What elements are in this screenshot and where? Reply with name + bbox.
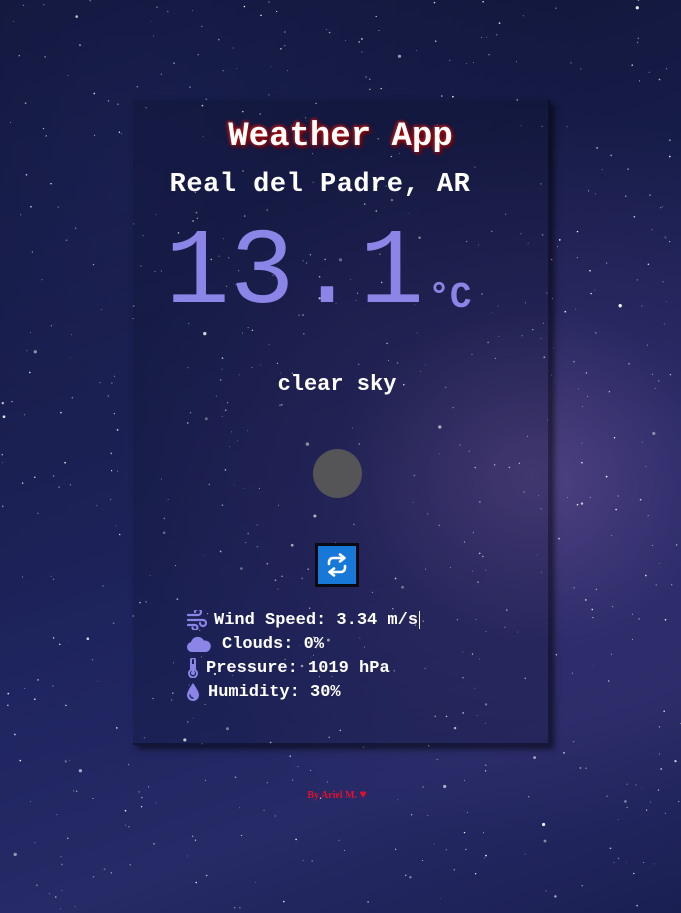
stat-value: 1019 hPa — [308, 658, 390, 678]
thermometer-icon — [186, 658, 200, 678]
footer-credit: By Ariel M. ♥ — [0, 787, 674, 802]
temperature-value: 13.1 — [165, 213, 425, 335]
wind-icon — [186, 610, 208, 630]
stat-value: 30% — [310, 682, 341, 702]
stat-wind-speed: Wind Speed: 3.34 m/s — [186, 608, 421, 632]
weather-description: clear sky — [277, 372, 397, 397]
refresh-button[interactable] — [315, 543, 359, 587]
temperature-display: 13.1 °C — [165, 218, 471, 328]
stat-label: Pressure: — [206, 658, 298, 678]
weather-condition-icon — [313, 449, 362, 498]
stat-clouds: Clouds: 0% — [186, 632, 420, 656]
droplet-icon — [186, 682, 200, 702]
stat-label: Humidity: — [208, 682, 300, 702]
refresh-icon — [327, 553, 347, 577]
stat-value: 0% — [303, 634, 325, 654]
app-title: Weather App — [228, 118, 453, 156]
cloud-icon — [186, 635, 212, 653]
stat-label: Clouds: — [222, 634, 294, 654]
stat-label: Wind Speed: — [214, 610, 327, 630]
stat-value: 3.34 m/s — [336, 610, 419, 630]
weather-stats: Wind Speed: 3.34 m/s Clouds: 0% Pressure… — [186, 608, 421, 704]
stat-pressure: Pressure: 1019 hPa — [186, 656, 420, 680]
text-cursor — [419, 611, 421, 629]
stat-humidity: Humidity: 30% — [186, 680, 420, 704]
temperature-unit: °C — [428, 277, 472, 318]
location-label: Real del Padre, AR — [169, 170, 471, 200]
heart-icon: ♥ — [359, 787, 367, 801]
footer-author: By Ariel M. — [307, 790, 358, 801]
